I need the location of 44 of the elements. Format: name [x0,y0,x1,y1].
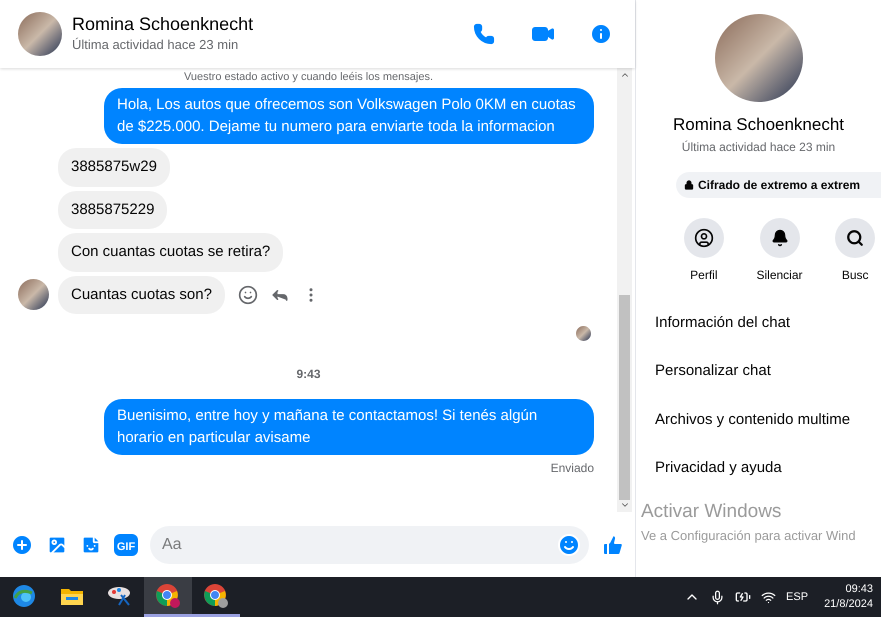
contact-name: Romina Schoenknecht [72,13,254,36]
incoming-message: 3885875w29 [58,148,170,186]
profile-status: Última actividad hace 23 min [682,138,836,156]
language-indicator[interactable]: ESP [786,588,808,606]
seen-avatar [576,326,591,341]
scrollbar[interactable] [617,68,632,512]
incoming-message: 3885875229 [58,190,168,229]
contact-avatar [18,279,49,310]
gif-icon[interactable]: GIF [114,534,138,556]
wifi-icon[interactable] [761,590,776,604]
notice-text: Vuestro estado activo y cuando leéis los mensajes. [182,70,434,84]
activation-subtitle: Ve a Configuración para activar Wind [641,527,857,545]
browser-icon[interactable] [203,582,229,608]
profile-action[interactable]: Perfil [678,218,730,284]
palette-icon[interactable] [107,584,133,606]
microphone-icon[interactable] [710,590,726,604]
message-field[interactable]: Aa [150,526,589,564]
activation-title: Activar Windows [641,500,782,524]
contact-status: Última actividad hace 23 min [72,36,240,54]
chat-menu-item[interactable]: Privacidad y ayuda [655,457,881,480]
incoming-message: Cuantas cuotas son? [58,276,225,314]
profile-icon [694,228,714,248]
bell-icon [770,228,788,246]
info-icon[interactable] [589,22,613,46]
search-icon [846,228,864,246]
edge-icon[interactable] [12,584,36,608]
sent-status: Enviado [550,460,594,477]
profile-name: Romina Schoenknecht [672,114,844,136]
outgoing-message: Hola, Los autos que ofrecemos son Volkswagen Polo 0KM en cuotas de $225.000. Dejame tu numero para enviarte toda la informacion [104,88,594,144]
react-icon[interactable] [238,284,258,305]
taskbar-app[interactable] [144,577,192,617]
outgoing-message: Buenisimo, entre hoy y mañana te contactamos! Si tenés algún horario en particular avisame [104,399,594,455]
profile-action[interactable]: Silenciar [754,218,806,284]
contact-avatar [18,12,62,56]
timestamp: 9:43 [295,366,322,383]
profile-action[interactable]: Busc [829,218,881,284]
clock[interactable]: 09:43 21/8/2024 [824,582,873,612]
chat-menu-item[interactable]: Archivos y contenido multime [655,408,881,431]
phone-icon[interactable] [473,23,495,45]
chat-menu-item[interactable]: Información del chat [655,312,881,334]
browser-icon[interactable] [155,582,181,608]
encryption-badge: Cifrado de extremo a extrem [676,172,881,198]
incoming-message: Con cuantas cuotas se retira? [58,233,284,272]
chat-menu-item[interactable]: Personalizar chat [655,360,881,382]
